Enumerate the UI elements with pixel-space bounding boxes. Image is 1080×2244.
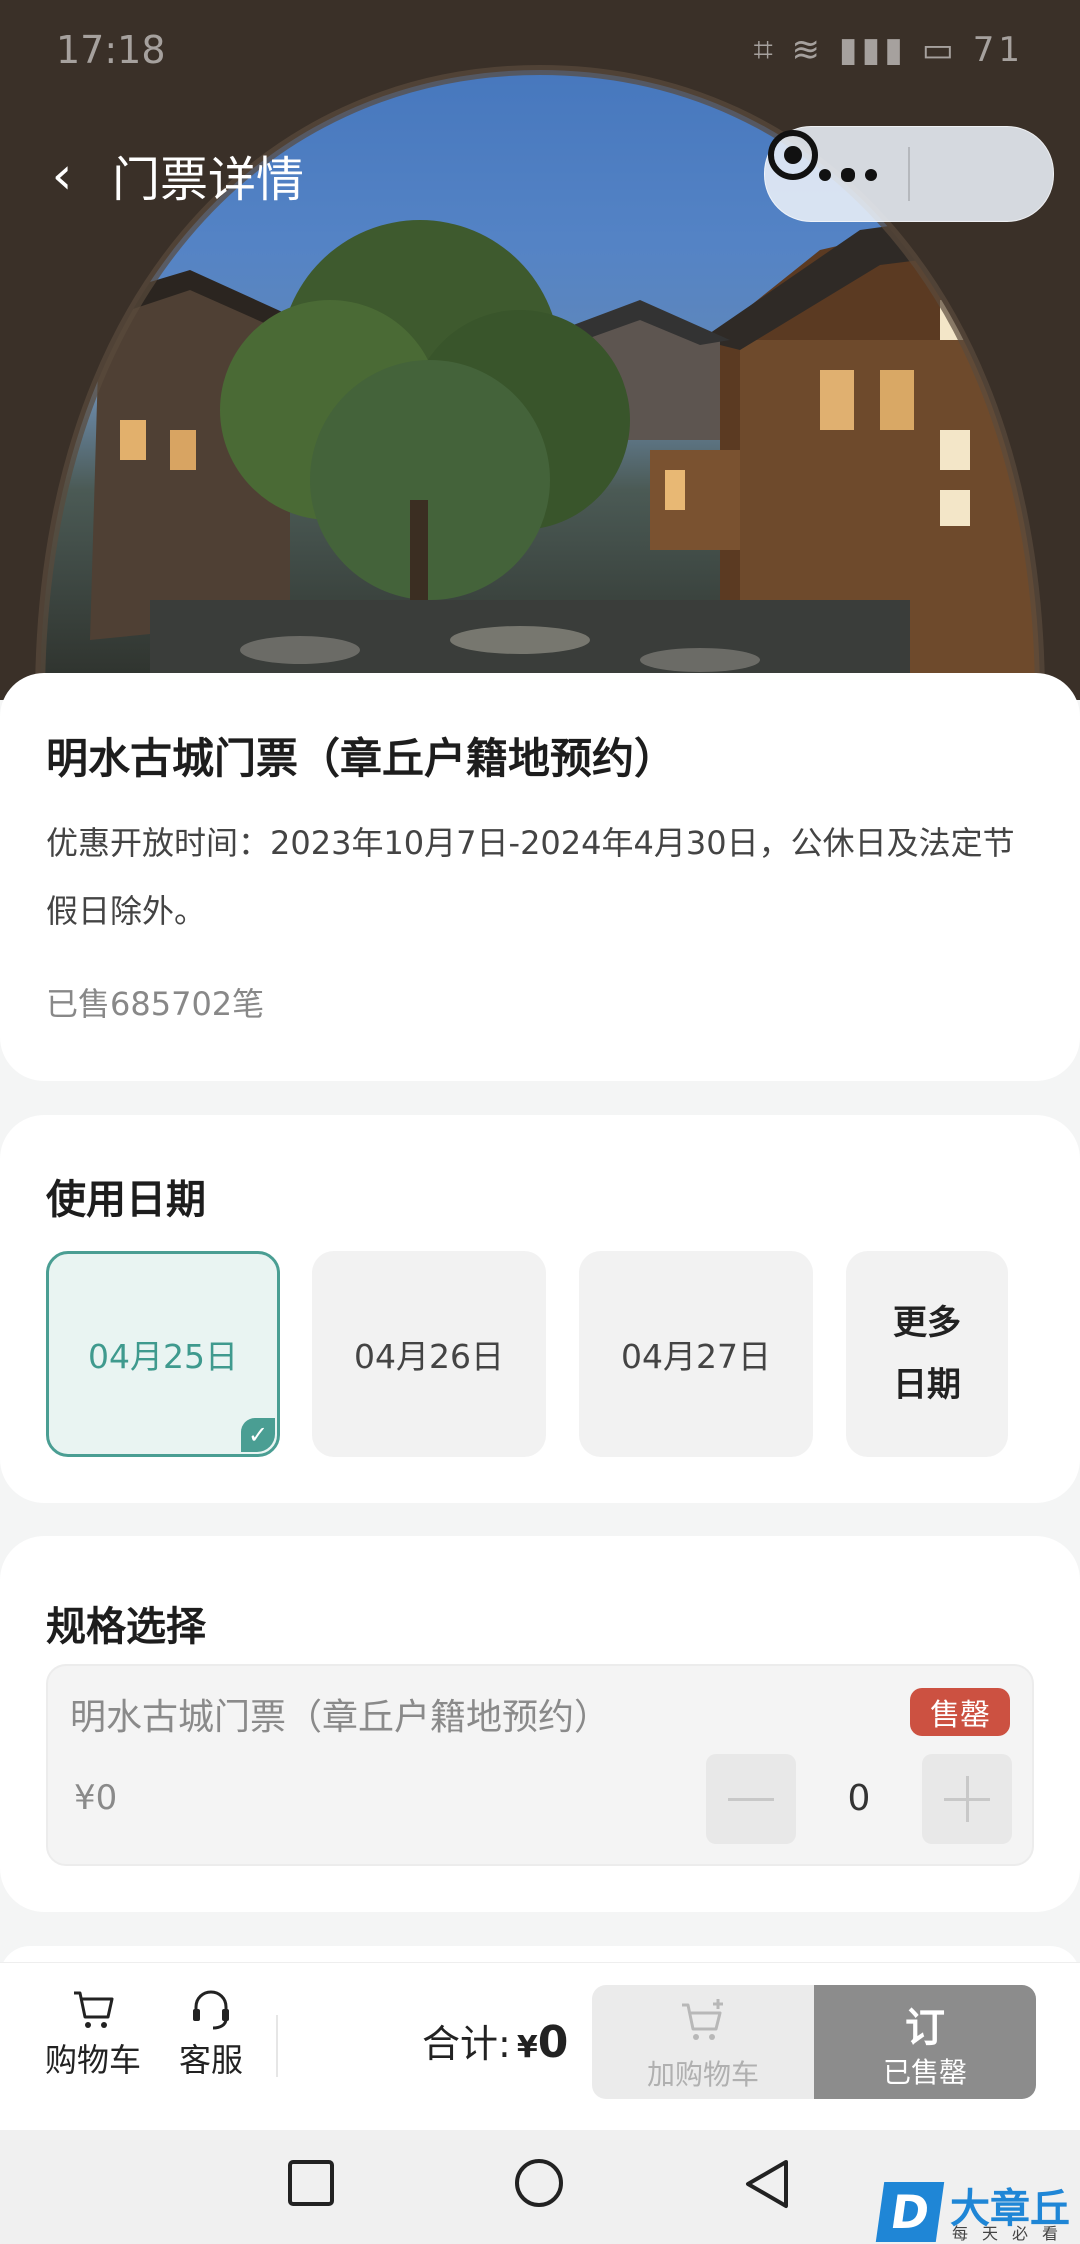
watermark-subtext: 每天必看	[952, 2224, 1073, 2243]
date-chip-0425[interactable]: 04月25日 ✓	[46, 1251, 280, 1457]
sold-count: 已售685702笔	[46, 985, 265, 1023]
date-chip-0426[interactable]: 04月26日	[312, 1251, 546, 1457]
spec-selection-card: 规格选择 明水古城门票（章丘户籍地预约） 售罄 ¥0 0	[0, 1536, 1080, 1912]
add-cart-icon	[682, 1999, 723, 2040]
quantity-value: 0	[847, 1778, 871, 1819]
soldout-badge: 售罄	[910, 1688, 1010, 1736]
total-currency: ¥	[516, 2030, 538, 2065]
check-icon: ✓	[241, 1418, 275, 1452]
add-cart-label: 加购物车	[646, 2058, 759, 2091]
watermark-logo-mark: D	[875, 2182, 945, 2242]
total-amount: 0	[537, 2017, 569, 2068]
order-button[interactable]: 订 已售罄	[814, 1985, 1036, 2099]
ticket-description: 优惠开放时间：2023年10月7日-2024年4月30日，公休日及法定节假日除外…	[46, 824, 1015, 930]
more-dates-button[interactable]: 更多 日期	[846, 1251, 1008, 1457]
customer-service-button[interactable]: 客服	[156, 1987, 266, 2081]
total-label: 合计:	[422, 2022, 511, 2066]
add-to-cart-button[interactable]: 加购物车	[592, 1985, 814, 2099]
date-chip-label: 04月25日	[88, 1337, 238, 1376]
back-icon[interactable]: ‹	[42, 146, 82, 206]
plus-icon	[944, 1776, 990, 1822]
status-time: 17:18	[56, 28, 166, 72]
date-selection-card: 使用日期 04月25日 ✓ 04月26日 04月27日 更多 日期	[0, 1115, 1080, 1503]
ticket-title: 明水古城门票（章丘户籍地预约）	[46, 734, 677, 783]
status-bar: 17:18 ⌗ ≋ ▮▮▮ ▭ 71	[0, 0, 1080, 104]
back-nav-icon[interactable]	[742, 2158, 792, 2212]
date-chip-label: 04月26日	[354, 1337, 504, 1376]
page-title: 门票详情	[112, 152, 305, 208]
watermark-logo: D 大章丘 每天必看	[875, 2176, 1080, 2244]
headset-icon	[193, 1990, 229, 2030]
minus-icon	[728, 1798, 774, 1801]
order-status: 已售罄	[882, 2056, 967, 2089]
total-price: 合计: ¥0	[422, 2013, 568, 2068]
more-dates-line1: 更多	[893, 1303, 961, 1343]
spec-price: ¥0	[74, 1778, 118, 1818]
spec-option[interactable]: 明水古城门票（章丘户籍地预约） 售罄 ¥0 0	[46, 1664, 1034, 1866]
status-indicators: ⌗ ≋ ▮▮▮ ▭ 71	[753, 30, 1024, 70]
order-label: 订	[905, 2005, 945, 2051]
date-chip-label: 04月27日	[621, 1337, 771, 1376]
capsule-divider	[908, 147, 910, 201]
home-icon[interactable]	[512, 2158, 566, 2212]
hero-illustration	[0, 0, 1080, 700]
miniprogram-capsule	[764, 126, 1054, 222]
ticket-info-card: 明水古城门票（章丘户籍地预约） 优惠开放时间：2023年10月7日-2024年4…	[0, 673, 1080, 1081]
more-dates-line2: 日期	[893, 1365, 961, 1405]
hero-image: 17:18 ⌗ ≋ ▮▮▮ ▭ 71 ‹ 门票详情	[0, 0, 1080, 700]
cart-button[interactable]: 购物车	[38, 1987, 148, 2081]
spec-name: 明水古城门票（章丘户籍地预约）	[70, 1697, 611, 1738]
cart-label: 购物车	[44, 2041, 141, 2079]
date-section-title: 使用日期	[46, 1177, 206, 1223]
service-label: 客服	[178, 2041, 243, 2079]
quantity-decrease-button[interactable]	[706, 1754, 796, 1844]
spec-section-title: 规格选择	[46, 1604, 206, 1650]
cart-icon	[74, 1991, 114, 2028]
close-target-icon[interactable]	[765, 127, 821, 183]
quantity-increase-button[interactable]	[922, 1754, 1012, 1844]
bar-divider	[276, 2015, 278, 2077]
bottom-action-bar: 购物车 客服 合计: ¥0 加购物车 订 已售罄	[0, 1962, 1080, 2131]
recent-apps-icon[interactable]	[286, 2158, 336, 2208]
date-chip-0427[interactable]: 04月27日	[579, 1251, 813, 1457]
